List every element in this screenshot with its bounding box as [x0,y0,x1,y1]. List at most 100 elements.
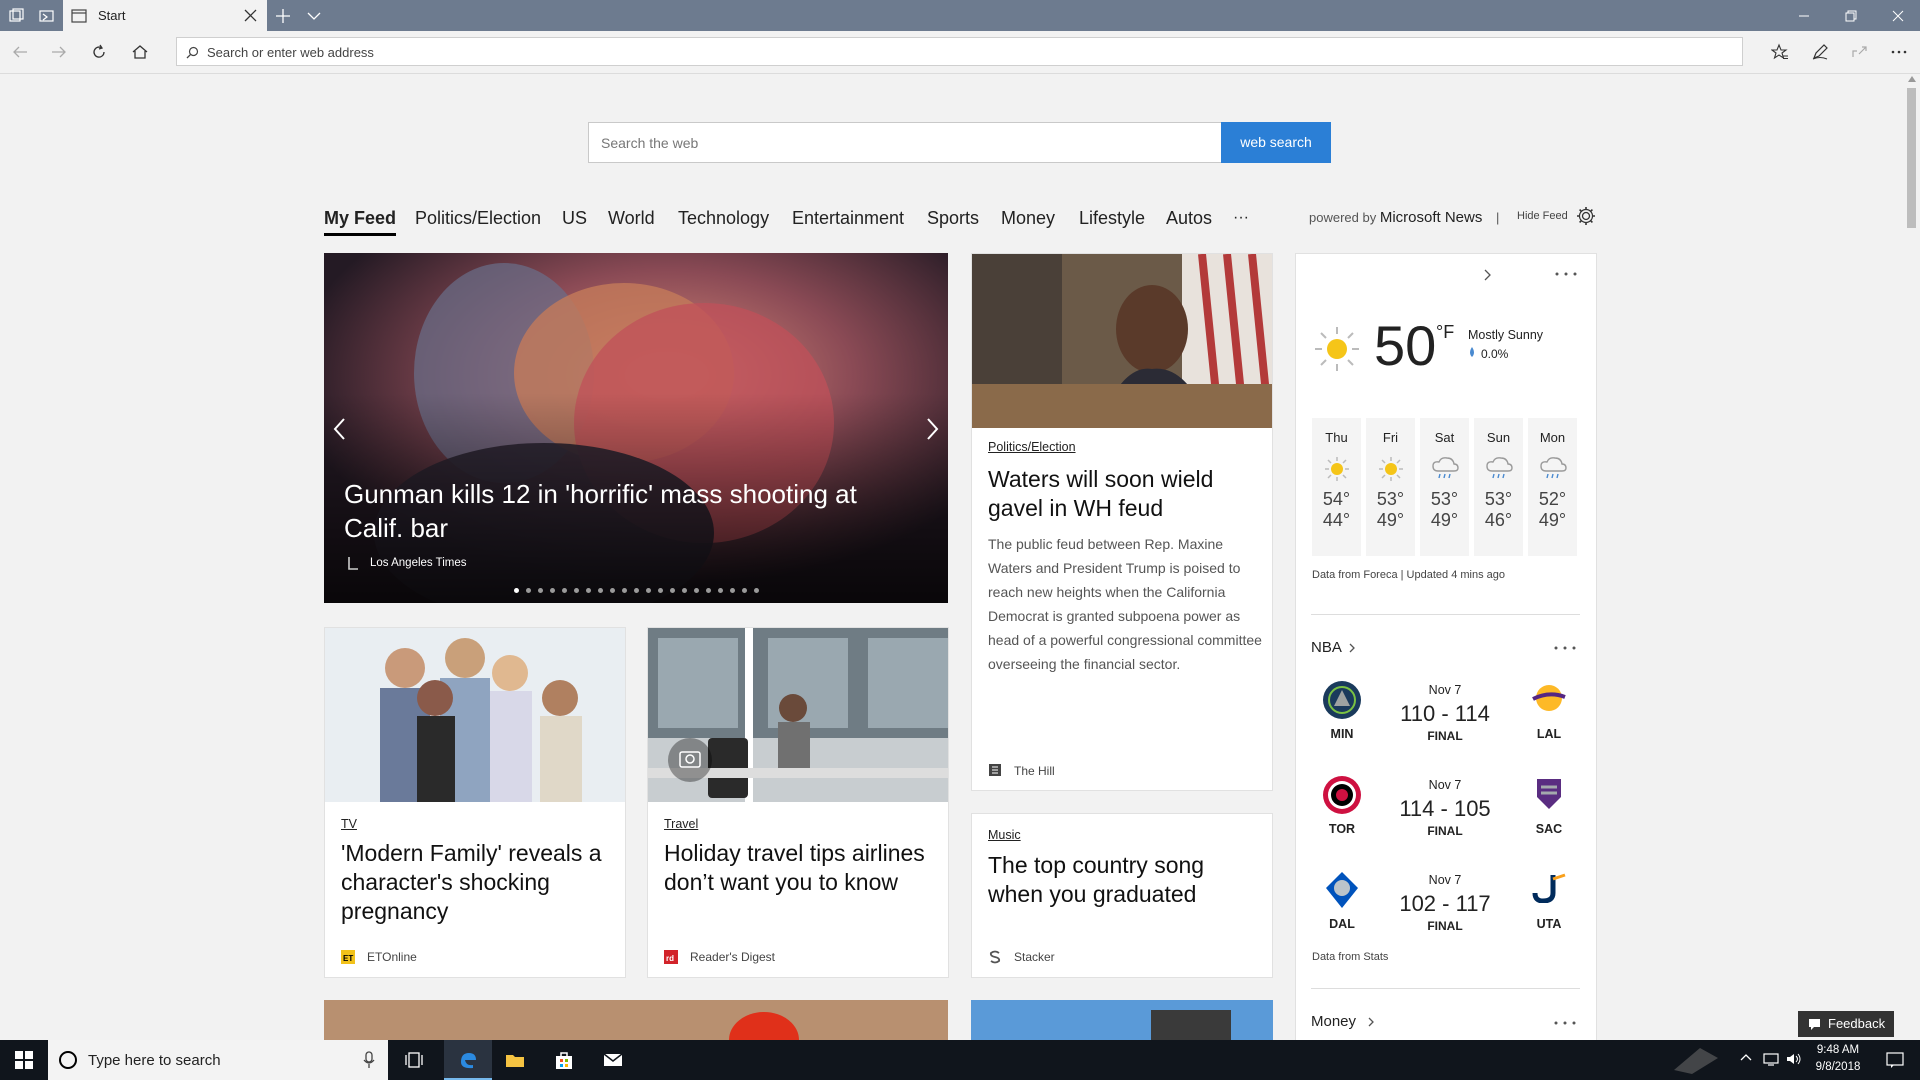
article-category[interactable]: Politics/Election [988,440,1076,454]
money-more-icon[interactable] [1553,1020,1577,1026]
store-icon[interactable] [554,1050,574,1070]
nba-title[interactable]: NBA [1311,639,1342,656]
powered-by-brand[interactable]: Microsoft News [1380,209,1483,226]
forecast-day[interactable]: Mon 52° 49° [1528,418,1577,556]
new-tab-icon[interactable] [274,7,292,25]
hero-headline[interactable]: Gunman kills 12 in 'horrific' mass shoot… [344,477,904,545]
forecast-day[interactable]: Fri 53° 49° [1366,418,1415,556]
show-hidden-icons-icon[interactable] [1740,1052,1752,1062]
article-card-waters[interactable]: Politics/Election Waters will soon wield… [971,253,1273,791]
settings-gear-icon[interactable] [1575,205,1597,227]
tab-sports[interactable]: Sports [927,208,979,229]
volume-icon[interactable] [1786,1052,1802,1066]
more-menu-icon[interactable] [1890,43,1908,61]
carousel-dot[interactable] [514,588,519,593]
carousel-dot[interactable] [718,588,723,593]
carousel-dot[interactable] [670,588,675,593]
task-view-icon[interactable] [405,1050,425,1070]
hide-feed-link[interactable]: Hide Feed [1517,210,1568,222]
weather-more-icon[interactable] [1554,271,1578,277]
article-card-modern-family[interactable]: TV 'Modern Family' reveals a character's… [324,627,626,978]
carousel-dot[interactable] [598,588,603,593]
tab-more[interactable]: ··· [1233,209,1249,227]
carousel-dot[interactable] [646,588,651,593]
carousel-dot[interactable] [610,588,615,593]
edge-taskbar-button[interactable] [444,1040,492,1080]
mail-icon[interactable] [603,1050,623,1070]
carousel-dot[interactable] [586,588,591,593]
carousel-prev-icon[interactable] [330,415,350,443]
carousel-dot[interactable] [634,588,639,593]
forecast-day[interactable]: Sun 53° 46° [1474,418,1523,556]
carousel-dot[interactable] [694,588,699,593]
nba-game-row[interactable]: MIN Nov 7 110 - 114 FINAL LAL [1311,675,1601,765]
article-headline[interactable]: The top country song when you graduated [988,851,1264,909]
forecast-day[interactable]: Thu 54° 44° [1312,418,1361,556]
article-headline[interactable]: Waters will soon wield gavel in WH feud [988,465,1258,523]
article-headline[interactable]: Holiday travel tips airlines don’t want … [664,839,940,897]
article-category[interactable]: Travel [664,817,698,831]
carousel-dot[interactable] [658,588,663,593]
carousel-dot[interactable] [562,588,567,593]
article-category[interactable]: TV [341,817,357,831]
carousel-dot[interactable] [706,588,711,593]
web-search-button[interactable]: web search [1221,122,1331,163]
article-card-partial[interactable] [971,1000,1273,1040]
money-title[interactable]: Money [1311,1013,1356,1030]
forward-icon[interactable] [50,43,68,61]
money-chevron-icon[interactable] [1367,1016,1375,1028]
nba-game-row[interactable]: TOR Nov 7 114 - 105 FINAL SAC [1311,770,1601,860]
carousel-dot[interactable] [742,588,747,593]
article-card-holiday-travel[interactable]: Travel Holiday travel tips airlines don’… [647,627,949,978]
address-bar[interactable]: Search or enter web address [176,37,1743,66]
article-card-country-song[interactable]: Music The top country song when you grad… [971,813,1273,978]
action-center-icon[interactable] [1885,1050,1905,1070]
tab-preview-chevron-icon[interactable] [305,7,323,25]
tab-entertainment[interactable]: Entertainment [792,208,904,229]
network-icon[interactable] [1763,1052,1779,1066]
carousel-dot[interactable] [682,588,687,593]
minimize-icon[interactable] [1797,9,1811,23]
carousel-dot[interactable] [754,588,759,593]
share-icon[interactable] [1851,43,1869,61]
scroll-up-icon[interactable] [1908,76,1916,82]
tab-actions-icon[interactable] [7,7,25,25]
pen-notes-icon[interactable] [1811,43,1829,61]
set-aside-tabs-icon[interactable] [38,7,56,25]
web-search-input[interactable]: Search the web [588,122,1222,163]
carousel-dot[interactable] [538,588,543,593]
article-card-partial[interactable] [324,1000,948,1040]
taskbar-time[interactable]: 9:48 AM [1808,1044,1868,1056]
tab-my-feed[interactable]: My Feed [324,208,396,229]
tab-technology[interactable]: Technology [678,208,769,229]
close-tab-icon[interactable] [244,9,257,22]
carousel-dot[interactable] [730,588,735,593]
article-category[interactable]: Music [988,828,1021,842]
taskbar-search-input[interactable]: Type here to search [48,1040,388,1080]
back-icon[interactable] [11,43,29,61]
carousel-dot[interactable] [574,588,579,593]
carousel-dot[interactable] [526,588,531,593]
windows-start-icon[interactable] [14,1050,34,1070]
tab-politics-election[interactable]: Politics/Election [415,208,541,229]
nba-chevron-icon[interactable] [1348,642,1356,654]
carousel-dot[interactable] [550,588,555,593]
close-window-icon[interactable] [1891,9,1905,23]
microphone-icon[interactable] [363,1051,375,1069]
scrollbar[interactable] [1903,74,1920,1040]
scrollbar-thumb[interactable] [1907,88,1916,228]
refresh-icon[interactable] [90,43,108,61]
carousel-dot[interactable] [622,588,627,593]
carousel-next-icon[interactable] [922,415,942,443]
hero-carousel[interactable]: Gunman kills 12 in 'horrific' mass shoot… [324,253,948,603]
tab-money[interactable]: Money [1001,208,1055,229]
tab-lifestyle[interactable]: Lifestyle [1079,208,1145,229]
feedback-button[interactable]: Feedback [1798,1011,1894,1037]
weather-next-chevron-icon[interactable] [1483,268,1493,282]
nba-more-icon[interactable] [1553,645,1577,651]
favorites-icon[interactable] [1771,43,1789,61]
home-icon[interactable] [131,43,149,61]
forecast-day[interactable]: Sat 53° 49° [1420,418,1469,556]
article-headline[interactable]: 'Modern Family' reveals a character's sh… [341,839,617,926]
tab-us[interactable]: US [562,208,587,229]
